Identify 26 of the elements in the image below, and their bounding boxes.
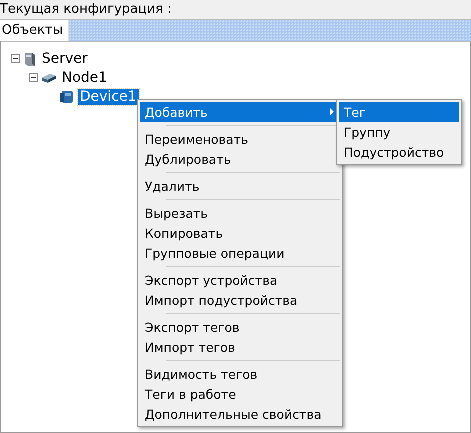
server-icon (23, 50, 37, 66)
menu-item[interactable]: Групповые операции (140, 243, 340, 263)
menu-item[interactable]: Копировать (140, 223, 340, 243)
menu-item[interactable]: Импорт тегов (140, 337, 340, 357)
device-icon (59, 89, 75, 104)
menu-item[interactable]: Импорт подустройства (140, 290, 340, 310)
collapse-toggle[interactable] (29, 73, 38, 82)
menu-item[interactable]: Вырезать (140, 203, 340, 223)
menu-item[interactable]: Группу (339, 122, 459, 142)
menu-item[interactable]: Переименовать (140, 129, 340, 149)
tree-item[interactable]: Server (40, 50, 90, 66)
menu-item[interactable]: Теги в работе (140, 384, 340, 404)
menu-item[interactable]: Экспорт устройства (140, 270, 340, 290)
menu-item[interactable]: Видимость тегов (140, 364, 340, 384)
menu-item[interactable]: Удалить (140, 176, 340, 196)
menu-item[interactable]: Экспорт тегов (140, 317, 340, 337)
menu-item[interactable]: Тег (339, 102, 459, 122)
menu-item[interactable]: Дополнительные свойства (140, 404, 340, 424)
collapse-toggle[interactable] (11, 54, 20, 63)
tree-item[interactable]: Device1 (78, 88, 139, 104)
config-title: Текущая конфигурация : (0, 0, 471, 20)
menu-item[interactable]: Подустройство (339, 142, 459, 162)
network-node-icon (41, 72, 57, 84)
tab[interactable]: Объекты (0, 20, 70, 41)
menu-item[interactable]: Дублировать (140, 149, 340, 169)
tree-item[interactable]: Node1 (60, 70, 110, 86)
